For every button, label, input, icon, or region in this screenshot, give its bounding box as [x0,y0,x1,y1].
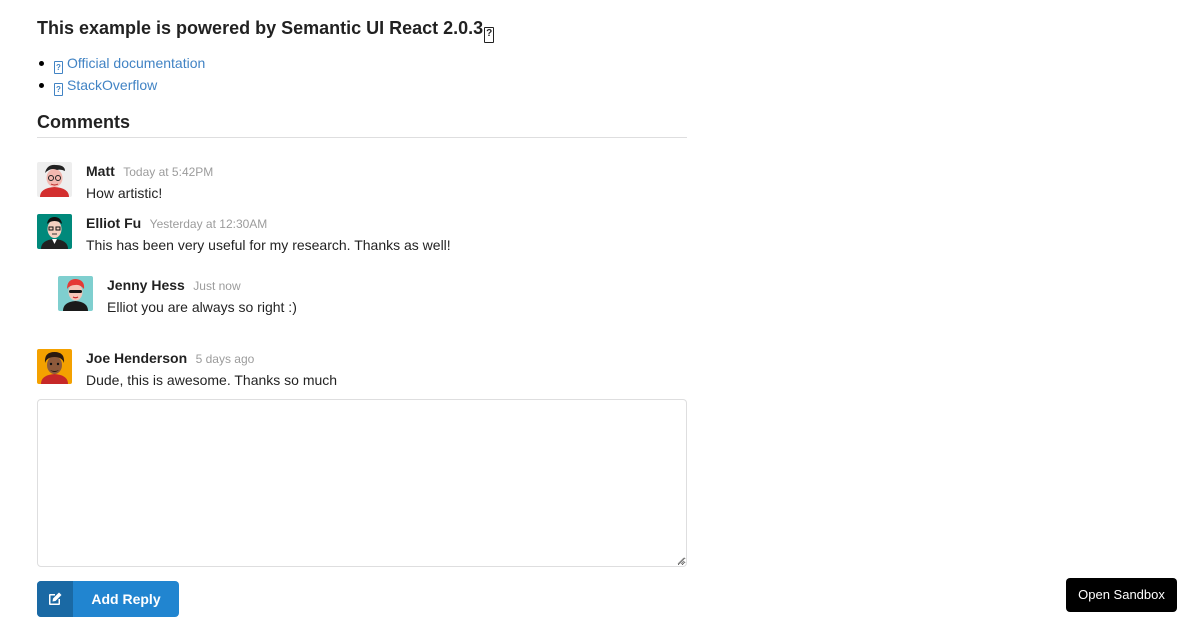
resize-grip-icon[interactable] [677,557,685,565]
comment-author[interactable]: Matt [86,163,115,179]
link-item-stackoverflow: ? StackOverflow [37,74,205,96]
missing-glyph-icon: ? [484,27,495,43]
comment-content: Matt Today at 5:42PM How artistic! [86,162,213,203]
comment-content: Joe Henderson 5 days ago Dude, this is a… [86,349,337,390]
comments-section: Comments Matt Today at 5:42PM How artist… [37,110,687,388]
comment-author[interactable]: Joe Henderson [86,350,187,366]
comment-content: Jenny Hess Just now Elliot you are alway… [107,276,297,317]
comment-content: Elliot Fu Yesterday at 12:30AM This has … [86,214,451,255]
comment-author[interactable]: Jenny Hess [107,277,185,293]
avatar-jenny-icon [58,276,93,311]
open-sandbox-button[interactable]: Open Sandbox [1066,578,1177,612]
avatar-elliot-icon [37,214,72,249]
edit-icon [37,581,73,617]
comment-text: Dude, this is awesome. Thanks so much [86,372,338,388]
resource-links: ? Official documentation ? StackOverflow [37,52,205,96]
link-item-docs: ? Official documentation [37,52,205,74]
comment-text: How artistic! [86,185,163,201]
stackoverflow-link[interactable]: ? StackOverflow [54,77,158,96]
official-documentation-label: Official documentation [67,55,206,71]
avatar[interactable] [37,349,72,384]
external-link-icon: ? [54,61,63,74]
comments-header: Comments [37,110,687,138]
external-link-icon: ? [54,83,63,96]
avatar[interactable] [37,162,72,197]
avatar[interactable] [37,214,72,249]
avatar-joe-icon [37,349,72,384]
comment-text: This has been very useful for my researc… [86,237,451,253]
comment-time: Yesterday at 12:30AM [149,217,268,231]
reply-textarea[interactable] [37,399,687,567]
page: This example is powered by Semantic UI R… [0,0,1200,630]
comment-time: Today at 5:42PM [123,165,214,179]
comment-text: Elliot you are always so right :) [107,299,297,315]
official-documentation-link[interactable]: ? Official documentation [54,55,206,74]
avatar[interactable] [58,276,93,311]
comment-time: 5 days ago [195,352,255,366]
add-reply-label: Add Reply [91,591,161,607]
banner-title: This example is powered by Semantic UI R… [37,16,495,43]
stackoverflow-label: StackOverflow [67,77,158,93]
avatar-matt-icon [37,162,72,197]
comment-author[interactable]: Elliot Fu [86,215,141,231]
add-reply-button[interactable]: Add Reply [37,581,179,617]
banner-title-text: This example is powered by Semantic UI R… [37,18,484,38]
comment-time: Just now [193,279,241,293]
